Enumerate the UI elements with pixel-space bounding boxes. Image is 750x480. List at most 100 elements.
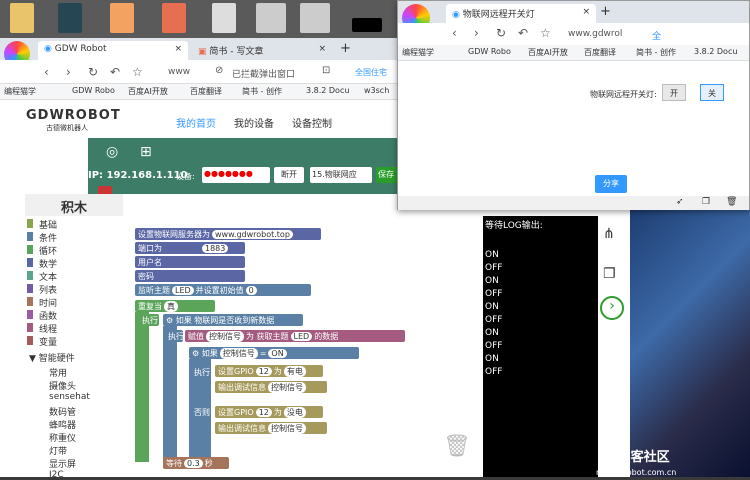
category-item[interactable]: 文本 <box>39 270 57 283</box>
camera-icon[interactable]: ◎ <box>106 144 118 160</box>
sidebar-icon[interactable]: ⊡ <box>322 65 330 76</box>
subcategory-item[interactable]: sensehat <box>49 392 90 402</box>
category-item[interactable]: 循环 <box>39 244 57 257</box>
block-wait[interactable]: 等待 0.3 秒 <box>163 457 229 469</box>
bookmark-item[interactable]: 简书 - 创作 <box>636 47 676 58</box>
back-icon[interactable]: ‹ <box>44 65 49 79</box>
device-select[interactable]: ●●●●●●● <box>202 167 270 183</box>
block-password[interactable]: 密码 <box>135 270 245 282</box>
block-workspace[interactable]: 设置物联网服务器为 www.gdwrobot.top 端口为 1883 用户名 密码… <box>123 216 483 477</box>
bookmark-item[interactable]: w3sch <box>364 86 389 95</box>
copy-icon[interactable]: ❐ <box>603 266 616 282</box>
desktop-icon-file[interactable] <box>212 3 236 33</box>
block-assign[interactable]: 赋值 控制信号为 获取主题 LED 的数据 <box>185 330 405 342</box>
category-item[interactable]: 函数 <box>39 309 57 322</box>
popup-address-bar[interactable]: www.gdwrol <box>568 29 622 39</box>
block-gpio-high[interactable]: 设置GPIO 12 为有电 <box>215 365 323 377</box>
site-logo[interactable]: GDWROBOT 古德微机器人 <box>26 108 121 133</box>
block-listen[interactable]: 监听主题 LED 并设置初始值 0 <box>135 284 311 296</box>
nav-home[interactable]: 我的首页 <box>176 115 216 130</box>
star-icon[interactable]: ☆ <box>540 26 551 40</box>
subcategory-item[interactable]: 称重仪 <box>49 431 76 444</box>
undo-icon[interactable]: ↶ <box>110 65 120 79</box>
close-icon[interactable]: × <box>318 44 326 54</box>
next-icon[interactable]: › <box>600 296 624 320</box>
new-tab-button[interactable]: + <box>340 41 351 56</box>
refresh-icon[interactable]: ↻ <box>496 26 506 40</box>
bookmark-item[interactable]: 百度翻译 <box>584 47 616 58</box>
bookmark-item[interactable]: 简书 - 创作 <box>242 86 282 97</box>
popup-search[interactable]: 全 <box>652 29 661 42</box>
disconnect-button[interactable]: 断开 <box>274 167 304 183</box>
share-button[interactable]: 分享 <box>595 175 627 193</box>
forward-icon[interactable]: › <box>474 26 479 40</box>
category-item[interactable]: 基础 <box>39 218 57 231</box>
subcategory-item[interactable]: 显示屏 <box>49 457 76 470</box>
bookmark-item[interactable]: 百度AI开放 <box>128 86 168 97</box>
block-username[interactable]: 用户名 <box>135 256 245 268</box>
share-icon[interactable]: ⋔ <box>603 226 615 242</box>
category-item[interactable]: 列表 <box>39 283 57 296</box>
off-button[interactable]: 关 <box>700 84 724 101</box>
grid-icon[interactable]: ⊞ <box>140 144 152 160</box>
subcategory-item[interactable]: 数码管 <box>49 405 76 418</box>
trash-icon[interactable]: 🗑 <box>726 197 737 207</box>
category-item[interactable]: 时间 <box>39 296 57 309</box>
block-if-inner[interactable]: ⚙ 如果 控制信号 = ON <box>189 347 359 359</box>
bookmark-item[interactable]: 3.8.2 Docu <box>306 86 349 95</box>
category-item[interactable]: 条件 <box>39 231 57 244</box>
mode-select[interactable]: 15.物联网应 <box>310 167 372 183</box>
bookmark-item[interactable]: GDW Robo <box>468 47 511 56</box>
block-debug[interactable]: 输出调试信息 控制信号 <box>215 381 327 393</box>
nav-control[interactable]: 设备控制 <box>292 115 332 130</box>
search-hint[interactable]: 全国住宅 <box>355 67 387 78</box>
port-value[interactable]: 1883 <box>202 244 229 253</box>
new-tab-button[interactable]: + <box>600 4 611 19</box>
rocket-icon[interactable]: ➶ <box>676 197 684 207</box>
category-item[interactable]: 数学 <box>39 257 57 270</box>
block-port[interactable]: 端口为 1883 <box>135 242 245 254</box>
block-server[interactable]: 设置物联网服务器为 www.gdwrobot.top <box>135 228 321 240</box>
subcategory-item[interactable]: 摄像头 <box>49 379 76 392</box>
on-button[interactable]: 开 <box>662 84 686 101</box>
desktop-icon-file2[interactable] <box>256 3 286 33</box>
tab-jianshu[interactable]: ▣ 简书 - 写文章 × <box>192 41 332 60</box>
subcategory-item[interactable]: I2C <box>49 470 64 480</box>
popup-blocked-icon[interactable]: ⊘ <box>215 65 223 76</box>
category-item[interactable]: 线程 <box>39 322 57 335</box>
bookmark-item[interactable]: 百度AI开放 <box>528 47 568 58</box>
block-if[interactable]: ⚙ 如果 物联网是否收到新数据 <box>163 314 303 326</box>
back-icon[interactable]: ‹ <box>452 26 457 40</box>
trash-icon[interactable]: 🗑 <box>443 434 471 459</box>
star-icon[interactable]: ☆ <box>132 65 143 79</box>
subcategory-item[interactable]: 灯带 <box>49 444 67 457</box>
block-debug-2[interactable]: 输出调试信息 控制信号 <box>215 422 327 434</box>
hardware-group[interactable]: ▼ 智能硬件 <box>29 351 75 364</box>
tab-gdw-robot[interactable]: ◉ GDW Robot × <box>38 41 188 60</box>
bookmark-item[interactable]: 编程猫学 <box>402 47 434 58</box>
copy-icon[interactable]: ❐ <box>702 197 710 207</box>
category-item[interactable]: 变量 <box>39 335 57 348</box>
close-icon[interactable]: × <box>174 44 182 54</box>
forward-icon[interactable]: › <box>66 65 71 79</box>
server-value[interactable]: www.gdwrobot.top <box>212 230 293 239</box>
subcategory-item[interactable]: 常用 <box>49 366 67 379</box>
desktop-icon-file3[interactable] <box>300 3 330 33</box>
desktop-icon-doc[interactable] <box>162 3 186 33</box>
bookmark-item[interactable]: 编程猫学 <box>4 86 36 97</box>
desktop-icon-tv[interactable] <box>58 3 82 33</box>
desktop-icon-user[interactable] <box>10 3 34 33</box>
close-icon[interactable]: × <box>582 7 590 17</box>
refresh-icon[interactable]: ↻ <box>88 65 98 79</box>
bookmark-item[interactable]: GDW Robo <box>72 86 115 95</box>
popup-tab[interactable]: ◉ 物联网远程开关灯 × <box>446 4 596 23</box>
subcategory-item[interactable]: 蜂鸣器 <box>49 418 76 431</box>
desktop-icon-app[interactable] <box>110 3 134 33</box>
bookmark-item[interactable]: 百度翻译 <box>190 86 222 97</box>
block-repeat[interactable]: 重复当真 <box>135 300 215 312</box>
block-gpio-low[interactable]: 设置GPIO 12 为没电 <box>215 406 323 418</box>
undo-icon[interactable]: ↶ <box>518 26 528 40</box>
nav-devices[interactable]: 我的设备 <box>234 115 274 130</box>
address-bar[interactable]: www <box>168 67 190 77</box>
bookmark-item[interactable]: 3.8.2 Docu <box>694 47 737 56</box>
